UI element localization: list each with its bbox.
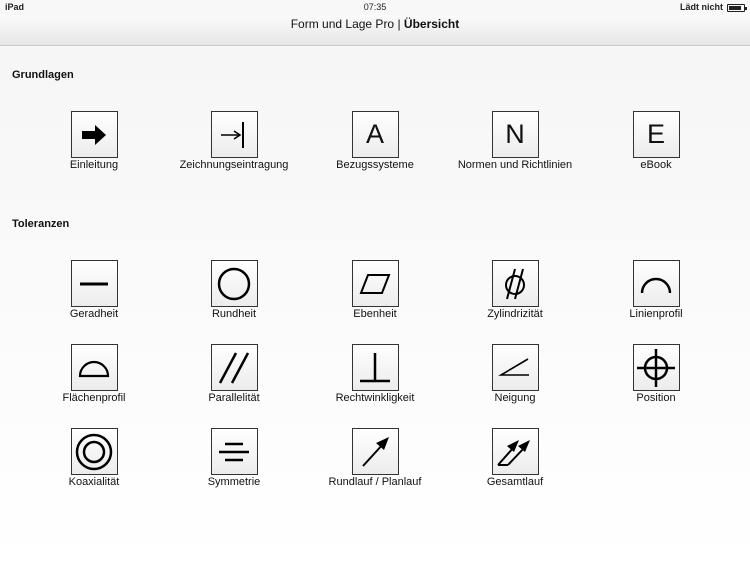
tile-label: Koaxialität — [68, 476, 120, 488]
tile-surface-profile[interactable]: Flächenprofil — [19, 344, 169, 404]
tile-label: Gesamtlauf — [486, 476, 544, 488]
tile-label: Symmetrie — [207, 476, 261, 488]
tile-label: Flächenprofil — [62, 392, 126, 404]
tile-label: Geradheit — [69, 308, 119, 320]
letter-a-icon: A — [351, 111, 399, 158]
tile-concentricity[interactable]: Koaxialität — [19, 428, 169, 488]
charging-status: Lädt nicht — [680, 2, 723, 12]
navigation-bar: Form und Lage Pro | Übersicht — [0, 15, 750, 46]
parallelism-icon — [210, 344, 258, 391]
symmetry-icon — [210, 428, 258, 475]
app-title: Form und Lage Pro — [290, 17, 395, 31]
tile-total-runout[interactable]: Gesamtlauf — [440, 428, 590, 488]
tile-label: Position — [636, 392, 676, 404]
tile-circular-runout[interactable]: Rundlauf / Planlauf — [300, 428, 450, 488]
tile-straightness[interactable]: Geradheit — [19, 260, 169, 320]
perpendicularity-icon — [351, 344, 399, 391]
tile-symmetry[interactable]: Symmetrie — [159, 428, 309, 488]
tile-label: Rundheit — [211, 308, 257, 320]
cylindricity-icon — [491, 260, 539, 307]
section-title-basics: Grundlagen — [12, 69, 74, 81]
letter-e-icon: E — [632, 111, 680, 158]
letter-n-icon: N — [491, 111, 539, 158]
tile-position[interactable]: Position — [581, 344, 731, 404]
tile-label: eBook — [640, 159, 672, 171]
circular-runout-icon — [351, 428, 399, 475]
tile-label: Neigung — [494, 392, 536, 404]
total-runout-icon — [491, 428, 539, 475]
concentricity-icon — [70, 428, 118, 475]
flatness-icon — [351, 260, 399, 307]
tile-perpendicularity[interactable]: Rechtwinkligkeit — [300, 344, 450, 404]
circularity-icon — [210, 260, 258, 307]
position-icon — [632, 344, 680, 391]
tile-cylindricity[interactable]: Zylindrizität — [440, 260, 590, 320]
tile-drawing-entry[interactable]: Zeichnungseintragung — [159, 111, 309, 171]
tile-reference-systems[interactable]: A Bezugssysteme — [300, 111, 450, 171]
tile-standards[interactable]: N Normen und Richtlinien — [440, 111, 590, 171]
tile-ebook[interactable]: E eBook — [581, 111, 731, 171]
tile-label: Zylindrizität — [487, 308, 543, 320]
tile-line-profile[interactable]: Linienprofil — [581, 260, 731, 320]
status-bar: iPad 07:35 Lädt nicht — [0, 0, 750, 15]
tile-circularity[interactable]: Rundheit — [159, 260, 309, 320]
angularity-icon — [491, 344, 539, 391]
tile-label: Linienprofil — [629, 308, 683, 320]
tile-label: Bezugssysteme — [336, 159, 414, 171]
tile-angularity[interactable]: Neigung — [440, 344, 590, 404]
tile-parallelism[interactable]: Parallelität — [159, 344, 309, 404]
tile-label: Ebenheit — [353, 308, 397, 320]
tile-label: Rechtwinkligkeit — [335, 392, 415, 404]
battery-icon — [727, 4, 747, 12]
tile-label: Einleitung — [69, 159, 119, 171]
overview-content: Grundlagen Einleitung Zeichnungseintragu… — [0, 47, 750, 563]
tile-label: Parallelität — [208, 392, 260, 404]
title-separator: | — [394, 17, 404, 31]
tile-label: Zeichnungseintragung — [179, 159, 289, 171]
tile-flatness[interactable]: Ebenheit — [300, 260, 450, 320]
tile-introduction[interactable]: Einleitung — [19, 111, 169, 171]
tile-label: Rundlauf / Planlauf — [328, 476, 422, 488]
section-title-tolerances: Toleranzen — [12, 218, 70, 230]
status-time: 07:35 — [363, 2, 387, 12]
page-title: Übersicht — [403, 17, 460, 31]
tile-label: Normen und Richtlinien — [457, 159, 573, 171]
arrow-right-icon — [70, 111, 118, 158]
surface-profile-icon — [70, 344, 118, 391]
arrow-to-line-icon — [210, 111, 258, 158]
line-profile-icon — [632, 260, 680, 307]
straightness-icon — [70, 260, 118, 307]
